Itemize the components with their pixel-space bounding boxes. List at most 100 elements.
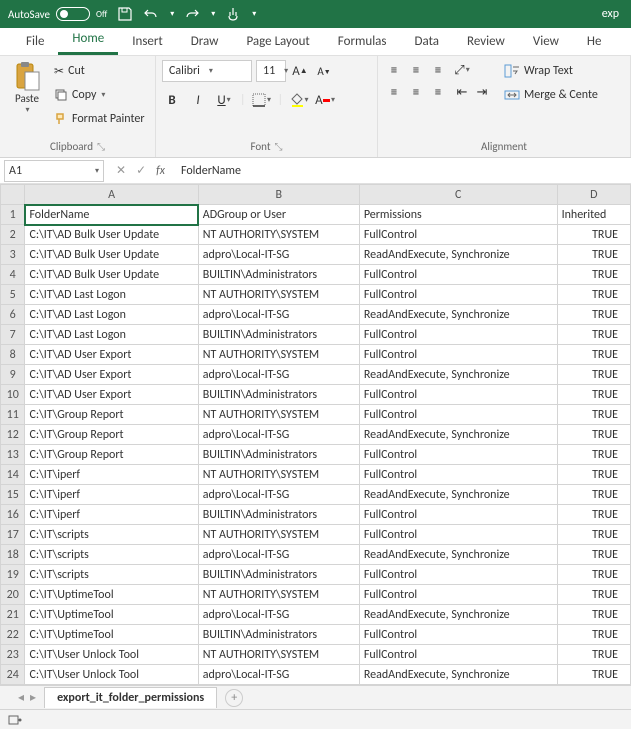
tab-insert[interactable]: Insert <box>118 28 177 55</box>
cell[interactable]: C:\IT\scripts <box>25 525 198 545</box>
decrease-font-icon[interactable]: A▼ <box>314 61 334 81</box>
cell[interactable]: TRUE <box>557 245 630 265</box>
cell[interactable]: adpro\Local-IT-SG <box>198 425 359 445</box>
italic-button[interactable]: I <box>188 90 208 110</box>
cell[interactable]: NT AUTHORITY\SYSTEM <box>198 645 359 665</box>
cell[interactable]: ReadAndExecute, Synchronize <box>359 665 557 685</box>
cell[interactable]: FullControl <box>359 565 557 585</box>
cell[interactable]: NT AUTHORITY\SYSTEM <box>198 525 359 545</box>
cell[interactable]: NT AUTHORITY\SYSTEM <box>198 405 359 425</box>
cell[interactable]: ReadAndExecute, Synchronize <box>359 425 557 445</box>
cell[interactable]: FullControl <box>359 505 557 525</box>
tab-review[interactable]: Review <box>453 28 519 55</box>
cell[interactable]: C:\IT\iperf <box>25 505 198 525</box>
row-header[interactable]: 23 <box>1 645 25 665</box>
row-header[interactable]: 14 <box>1 465 25 485</box>
cut-button[interactable]: ✂ Cut <box>52 60 147 82</box>
cell[interactable]: C:\IT\Group Report <box>25 425 198 445</box>
cell[interactable]: C:\IT\scripts <box>25 545 198 565</box>
cell[interactable]: TRUE <box>557 285 630 305</box>
cell[interactable]: TRUE <box>557 605 630 625</box>
row-header[interactable]: 1 <box>1 205 25 225</box>
column-header-C[interactable]: C <box>359 185 557 205</box>
row-header[interactable]: 11 <box>1 405 25 425</box>
dialog-launcher-icon[interactable]: ⤡ <box>97 140 105 153</box>
undo-icon[interactable] <box>143 6 159 22</box>
cell[interactable]: ReadAndExecute, Synchronize <box>359 485 557 505</box>
tab-draw[interactable]: Draw <box>177 28 233 55</box>
cell[interactable]: C:\IT\Group Report <box>25 405 198 425</box>
cell[interactable]: ReadAndExecute, Synchronize <box>359 365 557 385</box>
cell[interactable]: BUILTIN\Administrators <box>198 265 359 285</box>
cell[interactable]: FullControl <box>359 265 557 285</box>
cell[interactable]: FullControl <box>359 645 557 665</box>
cell[interactable]: adpro\Local-IT-SG <box>198 305 359 325</box>
autosave-toggle[interactable]: AutoSave Off <box>8 7 107 21</box>
column-header-A[interactable]: A <box>25 185 198 205</box>
cancel-formula-icon[interactable]: ✕ <box>116 163 126 178</box>
cell[interactable]: BUILTIN\Administrators <box>198 325 359 345</box>
align-center-icon[interactable]: ≡ <box>406 82 426 102</box>
cell[interactable]: BUILTIN\Administrators <box>198 505 359 525</box>
cell[interactable]: FullControl <box>359 225 557 245</box>
cell[interactable]: FullControl <box>359 525 557 545</box>
cell[interactable]: TRUE <box>557 385 630 405</box>
cell[interactable]: adpro\Local-IT-SG <box>198 245 359 265</box>
merge-center-button[interactable]: Merge & Cente <box>502 84 600 106</box>
orientation-button[interactable]: ⤢▾ <box>452 60 472 80</box>
cell[interactable]: BUILTIN\Administrators <box>198 385 359 405</box>
row-header[interactable]: 17 <box>1 525 25 545</box>
bold-button[interactable]: B <box>162 90 182 110</box>
cell[interactable]: ReadAndExecute, Synchronize <box>359 545 557 565</box>
cell[interactable]: C:\IT\AD Last Logon <box>25 285 198 305</box>
chevron-down-icon[interactable]: ▾ <box>252 9 256 19</box>
row-header[interactable]: 2 <box>1 225 25 245</box>
cell[interactable]: NT AUTHORITY\SYSTEM <box>198 285 359 305</box>
cell[interactable]: NT AUTHORITY\SYSTEM <box>198 585 359 605</box>
row-header[interactable]: 15 <box>1 485 25 505</box>
align-bottom-icon[interactable]: ≡ <box>428 60 448 80</box>
row-header[interactable]: 6 <box>1 305 25 325</box>
sheet-tab[interactable]: export_it_folder_permissions <box>44 687 217 708</box>
cell[interactable]: FolderName <box>25 205 198 225</box>
cell[interactable]: Permissions <box>359 205 557 225</box>
cell[interactable]: C:\IT\AD User Export <box>25 385 198 405</box>
row-header[interactable]: 19 <box>1 565 25 585</box>
tab-page-layout[interactable]: Page Layout <box>232 28 323 55</box>
underline-button[interactable]: U▾ <box>214 90 234 110</box>
cell[interactable]: TRUE <box>557 565 630 585</box>
cell[interactable]: NT AUTHORITY\SYSTEM <box>198 465 359 485</box>
increase-font-icon[interactable]: A▲ <box>290 61 310 81</box>
wrap-text-button[interactable]: Wrap Text <box>502 60 600 82</box>
cell[interactable]: TRUE <box>557 325 630 345</box>
cell[interactable]: ReadAndExecute, Synchronize <box>359 245 557 265</box>
tab-view[interactable]: View <box>519 28 573 55</box>
row-header[interactable]: 16 <box>1 505 25 525</box>
cell[interactable]: FullControl <box>359 445 557 465</box>
cell[interactable]: TRUE <box>557 405 630 425</box>
cell[interactable]: TRUE <box>557 305 630 325</box>
cell[interactable]: C:\IT\UptimeTool <box>25 605 198 625</box>
row-header[interactable]: 22 <box>1 625 25 645</box>
chevron-down-icon[interactable]: ▾ <box>211 9 215 19</box>
cell[interactable]: TRUE <box>557 485 630 505</box>
cell[interactable]: C:\IT\AD Last Logon <box>25 325 198 345</box>
touch-mode-icon[interactable] <box>225 6 241 22</box>
formula-input[interactable]: FolderName <box>173 164 631 178</box>
cell[interactable]: BUILTIN\Administrators <box>198 625 359 645</box>
cell[interactable]: C:\IT\Group Report <box>25 445 198 465</box>
row-header[interactable]: 10 <box>1 385 25 405</box>
add-sheet-button[interactable]: + <box>225 689 243 707</box>
column-header-B[interactable]: B <box>198 185 359 205</box>
cell[interactable]: adpro\Local-IT-SG <box>198 365 359 385</box>
cell[interactable]: TRUE <box>557 465 630 485</box>
tab-file[interactable]: File <box>12 28 58 55</box>
cell[interactable]: Inherited <box>557 205 630 225</box>
cell[interactable]: NT AUTHORITY\SYSTEM <box>198 345 359 365</box>
row-header[interactable]: 12 <box>1 425 25 445</box>
fill-color-button[interactable]: ▾ <box>289 90 309 110</box>
cell[interactable]: TRUE <box>557 625 630 645</box>
tab-he[interactable]: He <box>573 28 616 55</box>
paste-button[interactable]: Paste ▾ <box>6 60 48 115</box>
cell[interactable]: C:\IT\UptimeTool <box>25 585 198 605</box>
